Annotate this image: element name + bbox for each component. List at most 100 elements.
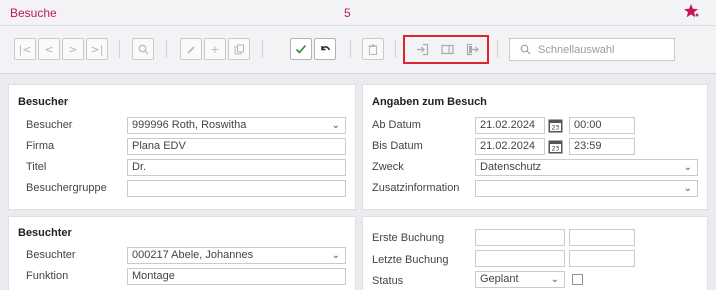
delete-button[interactable] [362, 38, 384, 60]
window-title: Besuche [10, 6, 57, 20]
company-field[interactable]: Plana EDV [127, 138, 346, 155]
status-checkbox[interactable] [572, 274, 583, 285]
toolbar-divider [497, 40, 498, 58]
checkout-icon [466, 43, 479, 55]
from-date-field[interactable]: 21.02.2024 [475, 117, 545, 134]
undo-button[interactable] [314, 38, 336, 60]
undo-icon [321, 46, 331, 51]
status-select[interactable]: Geplant ⌄ [475, 271, 565, 288]
chevron-down-icon: ⌄ [683, 162, 692, 173]
first-booking-time-field[interactable] [569, 229, 635, 246]
section-title-visitor: Besucher [18, 96, 69, 108]
booking-panel: Erste Buchung Letzte Buchung Status Gepl… [362, 216, 708, 290]
search-button[interactable] [132, 38, 154, 60]
delete-icon [368, 44, 378, 55]
to-date-field[interactable]: 21.02.2024 [475, 138, 545, 155]
purpose-select[interactable]: Datenschutz ⌄ [475, 159, 698, 176]
host-select[interactable]: 000217 Abele, Johannes ⌄ [127, 247, 346, 264]
label-to-date: Bis Datum [372, 140, 423, 152]
last-record-button[interactable]: >| [86, 38, 108, 60]
last-booking-date-field[interactable] [475, 250, 565, 267]
first-icon: |< [18, 42, 32, 56]
first-booking-date-field[interactable] [475, 229, 565, 246]
label-function: Funktion [26, 270, 69, 282]
label-title: Titel [26, 161, 47, 173]
quick-select-search[interactable]: Schnellauswahl [509, 38, 675, 61]
host-panel: Besuchter Besuchter 000217 Abele, Johann… [8, 216, 356, 290]
additional-info-select[interactable]: ⌄ [475, 180, 698, 197]
calendar-icon[interactable]: 23 [548, 139, 563, 154]
favorite-star-icon[interactable] [683, 3, 699, 22]
toolbar-divider [166, 40, 167, 58]
function-field[interactable]: Montage [127, 268, 346, 285]
previous-record-button[interactable]: < [38, 38, 60, 60]
to-time-field[interactable]: 23:59 [569, 138, 635, 155]
visitor-select[interactable]: 999996 Roth, Roswitha ⌄ [127, 117, 346, 134]
label-status: Status [372, 275, 404, 287]
status-value: Geplant [480, 273, 519, 285]
edit-icon [186, 45, 195, 54]
chevron-down-icon: ⌄ [331, 120, 340, 131]
edit-button[interactable] [180, 38, 202, 60]
toolbar: |< < > >| + Schnellauswahl [0, 26, 716, 74]
save-check-icon [295, 44, 307, 54]
chevron-down-icon: ⌄ [683, 183, 692, 194]
toolbar-divider [350, 40, 351, 58]
copy-icon [234, 44, 244, 54]
next-icon: > [68, 42, 78, 56]
copy-button[interactable] [228, 38, 250, 60]
section-title-visit: Angaben zum Besuch [372, 96, 487, 108]
svg-text:23: 23 [552, 125, 560, 132]
first-record-button[interactable]: |< [14, 38, 36, 60]
checkin-icon [416, 43, 428, 55]
to-time-value: 23:59 [574, 140, 602, 152]
label-visitor: Besucher [26, 119, 73, 131]
save-button[interactable] [290, 38, 312, 60]
last-icon: >| [90, 42, 104, 56]
from-time-value: 00:00 [574, 119, 602, 131]
from-date-value: 21.02.2024 [480, 119, 536, 131]
label-visitor-group: Besuchergruppe [26, 182, 107, 194]
last-booking-time-field[interactable] [569, 250, 635, 267]
label-last-booking: Letzte Buchung [372, 254, 449, 266]
host-value: 000217 Abele, Johannes [132, 249, 254, 261]
chevron-down-icon: ⌄ [331, 250, 340, 261]
search-icon [520, 44, 531, 55]
title-field[interactable]: Dr. [127, 159, 346, 176]
label-additional-info: Zusatzinformation [372, 182, 460, 194]
purpose-value: Datenschutz [480, 161, 542, 173]
label-from-date: Ab Datum [372, 119, 421, 131]
toolbar-divider [262, 40, 263, 58]
record-count: 5 [344, 6, 351, 20]
title-bar: Besuche 5 [0, 0, 716, 26]
function-value: Montage [132, 270, 175, 282]
search-placeholder: Schnellauswahl [538, 44, 615, 56]
visitor-value: 999996 Roth, Roswitha [132, 119, 247, 131]
company-value: Plana EDV [132, 140, 186, 152]
checkout-button[interactable] [461, 38, 483, 60]
label-host: Besuchter [26, 249, 76, 261]
label-purpose: Zweck [372, 161, 404, 173]
to-date-value: 21.02.2024 [480, 140, 536, 152]
add-button[interactable]: + [204, 38, 226, 60]
search-icon [138, 44, 148, 54]
from-time-field[interactable]: 00:00 [569, 117, 635, 134]
visitor-group-field[interactable] [127, 180, 346, 197]
previous-icon: < [44, 42, 54, 56]
label-company: Firma [26, 140, 55, 152]
toolbar-divider [395, 40, 396, 58]
visitor-panel: Besucher Besucher 999996 Roth, Roswitha … [8, 84, 356, 210]
label-first-booking: Erste Buchung [372, 232, 445, 244]
calendar-icon[interactable]: 23 [548, 118, 563, 133]
visit-details-panel: Angaben zum Besuch Ab Datum 21.02.2024 2… [362, 84, 708, 210]
title-value: Dr. [132, 161, 147, 173]
toolbar-divider [119, 40, 120, 58]
section-title-host: Besuchter [18, 227, 72, 239]
next-record-button[interactable]: > [62, 38, 84, 60]
add-icon: + [210, 42, 220, 56]
visitor-card-button[interactable] [436, 38, 458, 60]
svg-text:23: 23 [552, 146, 560, 153]
card-icon [440, 44, 454, 54]
chevron-down-icon: ⌄ [550, 274, 559, 285]
checkin-button[interactable] [411, 38, 433, 60]
